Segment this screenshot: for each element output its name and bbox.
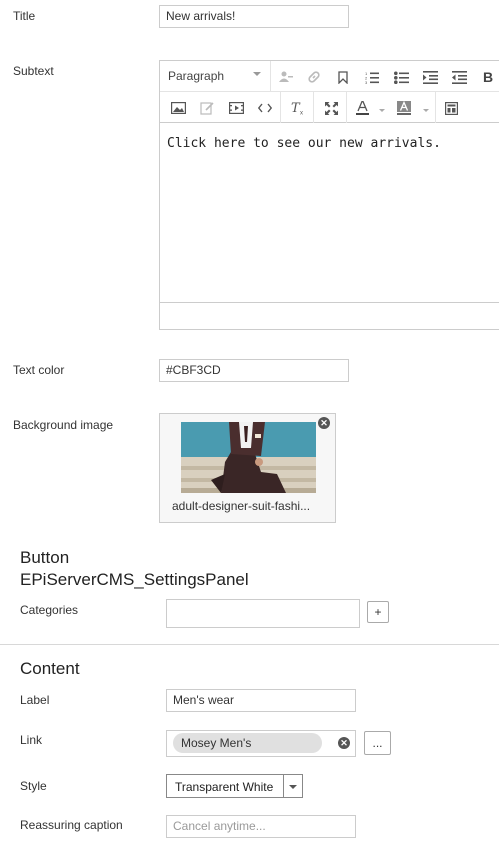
image-icon[interactable] xyxy=(167,97,189,119)
text-color-input[interactable]: #CBF3CD xyxy=(159,359,349,382)
numbered-list-icon[interactable]: 123 xyxy=(361,66,383,88)
reassuring-caption-label: Reassuring caption xyxy=(20,818,123,832)
title-input[interactable]: New arrivals! xyxy=(159,5,349,28)
bullet-list-icon[interactable] xyxy=(390,66,412,88)
background-color-icon[interactable] xyxy=(393,97,415,119)
bookmark-icon[interactable] xyxy=(332,66,354,88)
outdent-icon[interactable] xyxy=(448,66,470,88)
edit-icon[interactable] xyxy=(196,97,218,119)
svg-text:3: 3 xyxy=(365,80,368,84)
label-input[interactable]: Men's wear xyxy=(166,689,356,712)
block-icon[interactable] xyxy=(440,97,462,119)
clear-link-icon[interactable]: ✕ xyxy=(338,737,350,749)
chevron-down-icon[interactable] xyxy=(423,109,429,112)
user-icon[interactable] xyxy=(275,66,297,88)
chevron-down-icon xyxy=(253,72,261,76)
background-image-filename: adult-designer-suit-fashi... xyxy=(172,499,311,513)
editor-content[interactable]: Click here to see our new arrivals. xyxy=(167,136,441,151)
bold-icon[interactable]: B xyxy=(477,66,499,88)
label-field-label: Label xyxy=(20,693,50,707)
style-select-value: Transparent White xyxy=(175,780,274,794)
subtext-label: Subtext xyxy=(13,64,54,78)
rich-text-editor: Paragraph 123 B T x Click here to see ou… xyxy=(159,60,499,330)
background-image-label: Background image xyxy=(13,418,114,432)
media-icon[interactable] xyxy=(225,97,247,119)
style-select[interactable]: Transparent White xyxy=(166,774,303,798)
editor-statusbar xyxy=(160,302,499,329)
reassuring-caption-input[interactable]: Cancel anytime... xyxy=(166,815,356,838)
text-color-label: Text color xyxy=(13,363,65,377)
button-section-subtitle: EPiServerCMS_SettingsPanel xyxy=(20,570,249,589)
clear-format-icon[interactable]: Tx xyxy=(287,97,309,119)
title-label: Title xyxy=(13,9,36,23)
link-icon[interactable] xyxy=(303,66,325,88)
browse-link-button[interactable]: ... xyxy=(364,731,391,755)
background-image-card[interactable]: adult-designer-suit-fashi... xyxy=(159,413,336,523)
chevron-down-icon[interactable] xyxy=(379,109,385,112)
link-field-label: Link xyxy=(20,733,43,747)
background-image-thumbnail xyxy=(181,422,316,493)
remove-image-icon[interactable]: ✕ xyxy=(318,417,330,429)
section-divider xyxy=(0,644,499,645)
style-label: Style xyxy=(20,779,47,793)
button-section-title: Button xyxy=(20,548,70,567)
svg-text:x: x xyxy=(300,111,303,116)
link-value-pill: Mosey Men's xyxy=(173,733,322,753)
editor-toolbar-row-2: Tx xyxy=(160,92,499,123)
code-icon[interactable] xyxy=(254,97,276,119)
indent-icon[interactable] xyxy=(419,66,441,88)
fullscreen-icon[interactable] xyxy=(320,97,342,119)
categories-label: Categories xyxy=(20,603,79,617)
content-section-title: Content xyxy=(20,659,80,678)
text-color-icon[interactable] xyxy=(352,97,374,119)
add-category-button[interactable]: + xyxy=(367,601,389,623)
format-select[interactable]: Paragraph xyxy=(168,69,224,83)
editor-toolbar-row-1: Paragraph 123 B xyxy=(160,61,499,92)
categories-input[interactable] xyxy=(166,599,360,628)
chevron-down-icon xyxy=(289,785,297,789)
